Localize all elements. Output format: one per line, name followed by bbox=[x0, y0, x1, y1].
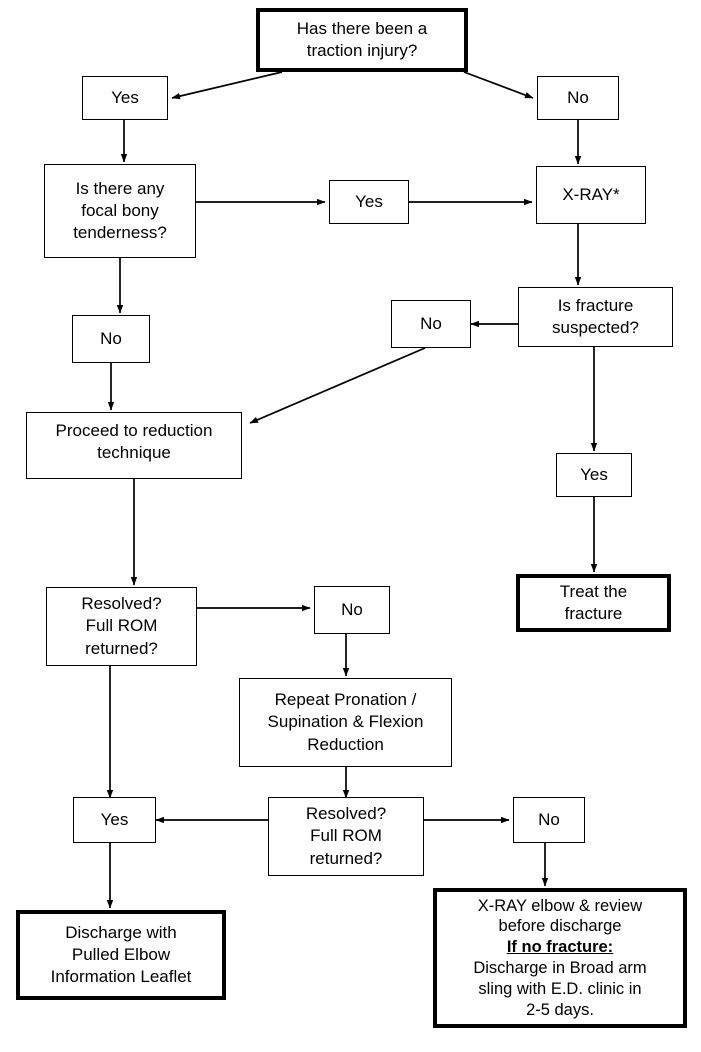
node-yes-fracture[interactable]: Yes bbox=[556, 453, 632, 497]
node-label-emphasis: If no fracture: bbox=[506, 938, 614, 957]
flowchart-canvas: Has there been a traction injury? Yes No… bbox=[0, 0, 701, 1052]
node-label: Resolved? Full ROM returned? bbox=[305, 804, 387, 868]
node-label: No bbox=[567, 88, 589, 108]
node-label: Yes bbox=[111, 88, 139, 108]
node-no-traction[interactable]: No bbox=[537, 76, 619, 120]
node-yes-traction[interactable]: Yes bbox=[82, 76, 168, 120]
node-label: Resolved? Full ROM returned? bbox=[81, 594, 162, 658]
node-xray-elbow-review[interactable]: X-RAY elbow & review before discharge If… bbox=[433, 888, 687, 1028]
edge-traction-to-yes1 bbox=[171, 71, 283, 100]
node-label: X-RAY* bbox=[562, 185, 620, 205]
node-label-part2: Discharge in Broad arm sling with E.D. c… bbox=[473, 959, 647, 1019]
node-repeat-reduction[interactable]: Repeat Pronation / Supination & Flexion … bbox=[239, 678, 452, 767]
node-no-resolved-1[interactable]: No bbox=[314, 586, 390, 634]
edge-traction-to-no1 bbox=[463, 71, 534, 99]
node-resolved-full-rom-2[interactable]: Resolved? Full ROM returned? bbox=[268, 797, 424, 876]
node-yes-tenderness[interactable]: Yes bbox=[329, 180, 409, 224]
edge-no3-to-proceed bbox=[249, 347, 426, 424]
node-label: Yes bbox=[355, 192, 383, 212]
node-no-tenderness[interactable]: No bbox=[72, 315, 150, 363]
node-label: Is there any focal bony tenderness? bbox=[73, 178, 167, 243]
node-no-resolved-2[interactable]: No bbox=[513, 797, 585, 843]
node-label: No bbox=[538, 810, 560, 830]
node-is-fracture-suspected[interactable]: Is fracture suspected? bbox=[518, 287, 673, 347]
node-label: No bbox=[100, 329, 122, 349]
node-label: Treat the fracture bbox=[559, 581, 628, 623]
node-xray[interactable]: X-RAY* bbox=[536, 166, 646, 224]
node-label: No bbox=[420, 314, 442, 334]
node-treat-the-fracture[interactable]: Treat the fracture bbox=[516, 574, 671, 632]
node-yes-resolved[interactable]: Yes bbox=[73, 797, 156, 843]
node-label: Is fracture suspected? bbox=[552, 295, 639, 337]
node-focal-bony-tenderness[interactable]: Is there any focal bony tenderness? bbox=[44, 164, 196, 258]
node-label: Repeat Pronation / Supination & Flexion … bbox=[267, 690, 424, 754]
node-label: No bbox=[341, 600, 363, 620]
node-no-fracture[interactable]: No bbox=[391, 300, 471, 348]
node-proceed-to-reduction[interactable]: Proceed to reduction technique bbox=[26, 412, 242, 479]
node-label: Discharge with Pulled Elbow Information … bbox=[50, 922, 192, 987]
node-label: Has there been a traction injury? bbox=[296, 18, 428, 60]
node-label: Yes bbox=[100, 810, 129, 830]
node-discharge-with-leaflet[interactable]: Discharge with Pulled Elbow Information … bbox=[16, 910, 226, 1000]
node-label-part1: X-RAY elbow & review before discharge bbox=[477, 896, 643, 936]
node-has-traction-injury[interactable]: Has there been a traction injury? bbox=[256, 8, 468, 72]
node-label: Yes bbox=[580, 465, 608, 485]
node-label: Proceed to reduction technique bbox=[55, 421, 213, 463]
node-resolved-full-rom-1[interactable]: Resolved? Full ROM returned? bbox=[46, 587, 197, 666]
